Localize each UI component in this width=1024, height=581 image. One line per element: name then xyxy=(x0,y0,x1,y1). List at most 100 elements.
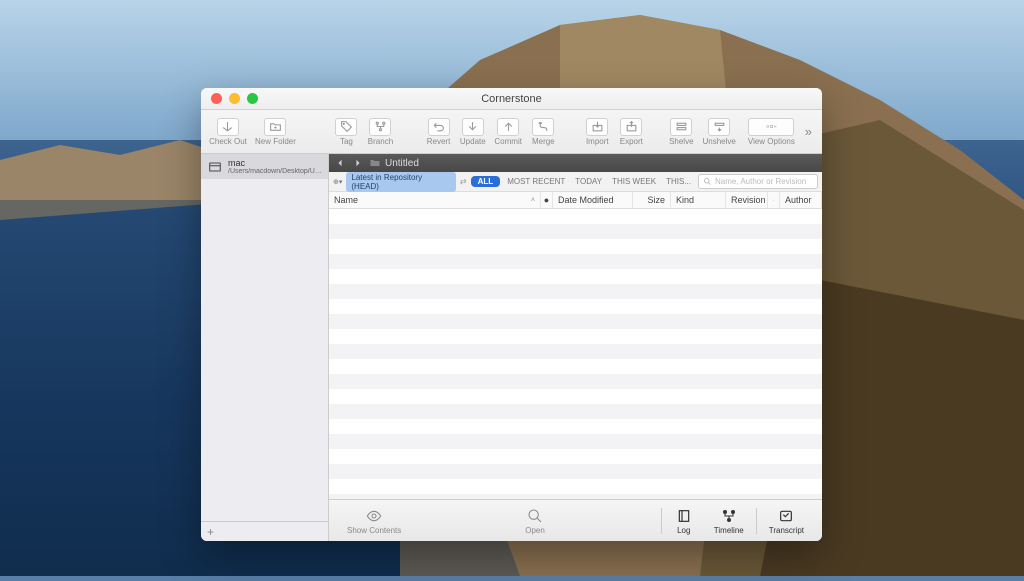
list-row xyxy=(329,404,822,419)
tag-button[interactable]: Tag xyxy=(331,116,361,148)
timeline-icon xyxy=(719,507,739,525)
revert-icon xyxy=(428,118,450,136)
sidebar-item-path: /Users/macdown/Desktop/Untitled xyxy=(228,168,322,175)
col-date[interactable]: Date Modified xyxy=(553,192,633,208)
log-icon xyxy=(674,507,694,525)
update-label: Update xyxy=(460,137,486,146)
list-row xyxy=(329,209,822,224)
tag-label: Tag xyxy=(340,137,353,146)
show-contents-button[interactable]: Show Contents xyxy=(337,507,411,535)
zoom-button[interactable] xyxy=(247,93,258,104)
equals-icon: ⇄ xyxy=(460,177,467,186)
shelve-button[interactable]: Shelve xyxy=(666,116,696,148)
titlebar[interactable]: Cornerstone xyxy=(201,88,822,110)
col-kind[interactable]: Kind xyxy=(671,192,726,208)
revision-chip[interactable]: Latest in Repository (HEAD) xyxy=(346,172,456,192)
update-icon xyxy=(462,118,484,136)
branch-button[interactable]: Branch xyxy=(365,116,395,148)
eye-icon xyxy=(364,507,384,525)
filter-bar: ⊕▾ Latest in Repository (HEAD) ⇄ ALL MOS… xyxy=(329,172,822,192)
list-row xyxy=(329,224,822,239)
export-label: Export xyxy=(620,137,643,146)
branch-label: Branch xyxy=(368,137,393,146)
update-button[interactable]: Update xyxy=(458,116,489,148)
commit-icon xyxy=(497,118,519,136)
commit-button[interactable]: Commit xyxy=(492,116,524,148)
unshelve-label: Unshelve xyxy=(702,137,735,146)
search-field[interactable] xyxy=(698,174,818,189)
list-row xyxy=(329,239,822,254)
revision-dropdown-icon[interactable]: ⊕▾ xyxy=(333,178,342,186)
import-button[interactable]: Import xyxy=(582,116,612,148)
col-size[interactable]: Size xyxy=(633,192,671,208)
filter-most-recent[interactable]: MOST RECENT xyxy=(504,176,568,187)
transcript-button[interactable]: Transcript xyxy=(759,507,814,535)
revision-label: Latest in Repository (HEAD) xyxy=(351,173,451,191)
new-folder-label: New Folder xyxy=(255,137,296,146)
view-options-button[interactable]: View Options xyxy=(746,116,797,148)
new-folder-button[interactable]: New Folder xyxy=(253,116,298,148)
path-bar: Untitled xyxy=(329,154,822,172)
shelve-label: Shelve xyxy=(669,137,693,146)
col-status[interactable]: ● xyxy=(541,192,553,208)
revert-button[interactable]: Revert xyxy=(424,116,454,148)
checkout-label: Check Out xyxy=(209,137,247,146)
bottom-bar: Show Contents Open Log Timeline xyxy=(329,499,822,541)
filter-today[interactable]: TODAY xyxy=(572,176,605,187)
nav-forward-button[interactable] xyxy=(351,156,365,170)
transcript-label: Transcript xyxy=(769,526,804,535)
log-button[interactable]: Log xyxy=(664,507,704,535)
commit-label: Commit xyxy=(494,137,522,146)
list-row xyxy=(329,299,822,314)
search-icon xyxy=(703,177,712,186)
app-window: Cornerstone Check Out New Folder Tag Bra… xyxy=(201,88,822,541)
magnifier-icon xyxy=(525,507,545,525)
folder-icon xyxy=(369,157,381,169)
col-name[interactable]: Name˄ xyxy=(329,192,541,208)
list-row xyxy=(329,449,822,464)
window-title: Cornerstone xyxy=(201,93,822,105)
open-button[interactable]: Open xyxy=(515,507,555,535)
minimize-button[interactable] xyxy=(229,93,240,104)
filter-all[interactable]: ALL xyxy=(471,176,501,187)
list-row xyxy=(329,329,822,344)
search-input[interactable] xyxy=(715,177,813,186)
file-list[interactable] xyxy=(329,209,822,499)
merge-icon xyxy=(532,118,554,136)
sort-asc-icon: ˄ xyxy=(531,197,535,204)
view-options-icon xyxy=(748,118,794,136)
branch-icon xyxy=(369,118,391,136)
add-source-button[interactable]: + xyxy=(207,525,214,539)
list-row xyxy=(329,314,822,329)
filter-this[interactable]: THIS... xyxy=(663,176,694,187)
col-author[interactable]: Author xyxy=(780,192,822,208)
checkout-button[interactable]: Check Out xyxy=(207,116,249,148)
lock-icon xyxy=(773,196,774,204)
list-row xyxy=(329,434,822,449)
col-revision[interactable]: Revision xyxy=(726,192,768,208)
close-button[interactable] xyxy=(211,93,222,104)
timeline-button[interactable]: Timeline xyxy=(704,507,754,535)
export-icon xyxy=(620,118,642,136)
revert-label: Revert xyxy=(427,137,451,146)
path-title: Untitled xyxy=(385,158,419,169)
list-row xyxy=(329,359,822,374)
list-row xyxy=(329,344,822,359)
checkout-icon xyxy=(217,118,239,136)
filter-this-week[interactable]: THIS WEEK xyxy=(609,176,659,187)
unshelve-icon xyxy=(708,118,730,136)
folder-plus-icon xyxy=(264,118,286,136)
unshelve-button[interactable]: Unshelve xyxy=(700,116,738,148)
col-lock[interactable] xyxy=(768,192,780,208)
merge-label: Merge xyxy=(532,137,555,146)
export-button[interactable]: Export xyxy=(616,116,646,148)
import-label: Import xyxy=(586,137,609,146)
transcript-icon xyxy=(776,507,796,525)
open-label: Open xyxy=(525,526,545,535)
sidebar-item-working-copy[interactable]: mac /Users/macdown/Desktop/Untitled xyxy=(201,154,328,179)
view-options-label: View Options xyxy=(748,137,795,146)
nav-back-button[interactable] xyxy=(333,156,347,170)
merge-button[interactable]: Merge xyxy=(528,116,558,148)
list-row xyxy=(329,464,822,479)
toolbar-overflow[interactable]: » xyxy=(801,124,816,139)
